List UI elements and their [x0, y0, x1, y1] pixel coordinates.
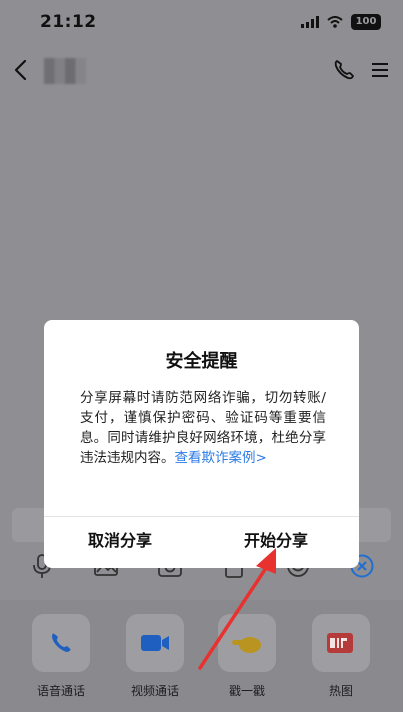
- status-bar: 21:12 100: [0, 0, 403, 44]
- cancel-share-button[interactable]: 取消分享: [88, 518, 152, 566]
- dialog-title: 安全提醒: [165, 351, 238, 372]
- voice-call-tile[interactable]: [32, 614, 90, 672]
- battery-icon: 100: [351, 14, 381, 30]
- contact-name-blurred[interactable]: [44, 58, 86, 84]
- poke-tile[interactable]: [218, 614, 276, 672]
- dialog-divider: [44, 516, 359, 517]
- hot-pic-label: 热图: [328, 684, 353, 698]
- hot-pic-action[interactable]: 热图: [306, 614, 376, 699]
- status-icons: 100: [301, 14, 381, 30]
- video-call-icon: [141, 635, 169, 651]
- chat-header: [0, 48, 403, 92]
- video-call-action[interactable]: 视频通话: [120, 614, 190, 699]
- poke-hand-icon: [232, 637, 261, 653]
- security-reminder-dialog: 安全提醒 分享屏幕时请防范网络诈骗，切勿转账/支付，谨慎保护密码、验证码等重要信…: [44, 320, 359, 568]
- chevron-left-icon[interactable]: [8, 56, 36, 84]
- dialog-body: 分享屏幕时请防范网络诈骗，切勿转账/支付，谨慎保护密码、验证码等重要信息。同时请…: [80, 388, 326, 468]
- hot-pic-tile[interactable]: [312, 614, 370, 672]
- phone-call-icon: [52, 633, 71, 652]
- poke-action[interactable]: 戳一戳: [212, 614, 282, 699]
- hamburger-menu-icon[interactable]: [366, 56, 394, 84]
- poke-label: 戳一戳: [228, 684, 265, 698]
- voice-call-label: 语音通话: [36, 684, 85, 698]
- action-panel: 语音通话 视频通话 戳一戳 热图: [0, 600, 403, 712]
- video-call-tile[interactable]: [126, 614, 184, 672]
- voice-call-action[interactable]: 语音通话: [26, 614, 96, 699]
- video-call-label: 视频通话: [130, 684, 179, 698]
- gif-icon: [327, 633, 353, 653]
- phone-icon[interactable]: [330, 56, 358, 84]
- wifi-icon: [327, 16, 343, 28]
- status-time: 21:12: [40, 12, 97, 32]
- start-share-button[interactable]: 开始分享: [244, 518, 308, 566]
- signal-icon: [301, 16, 319, 28]
- fraud-cases-link[interactable]: 查看欺诈案例>: [175, 450, 267, 466]
